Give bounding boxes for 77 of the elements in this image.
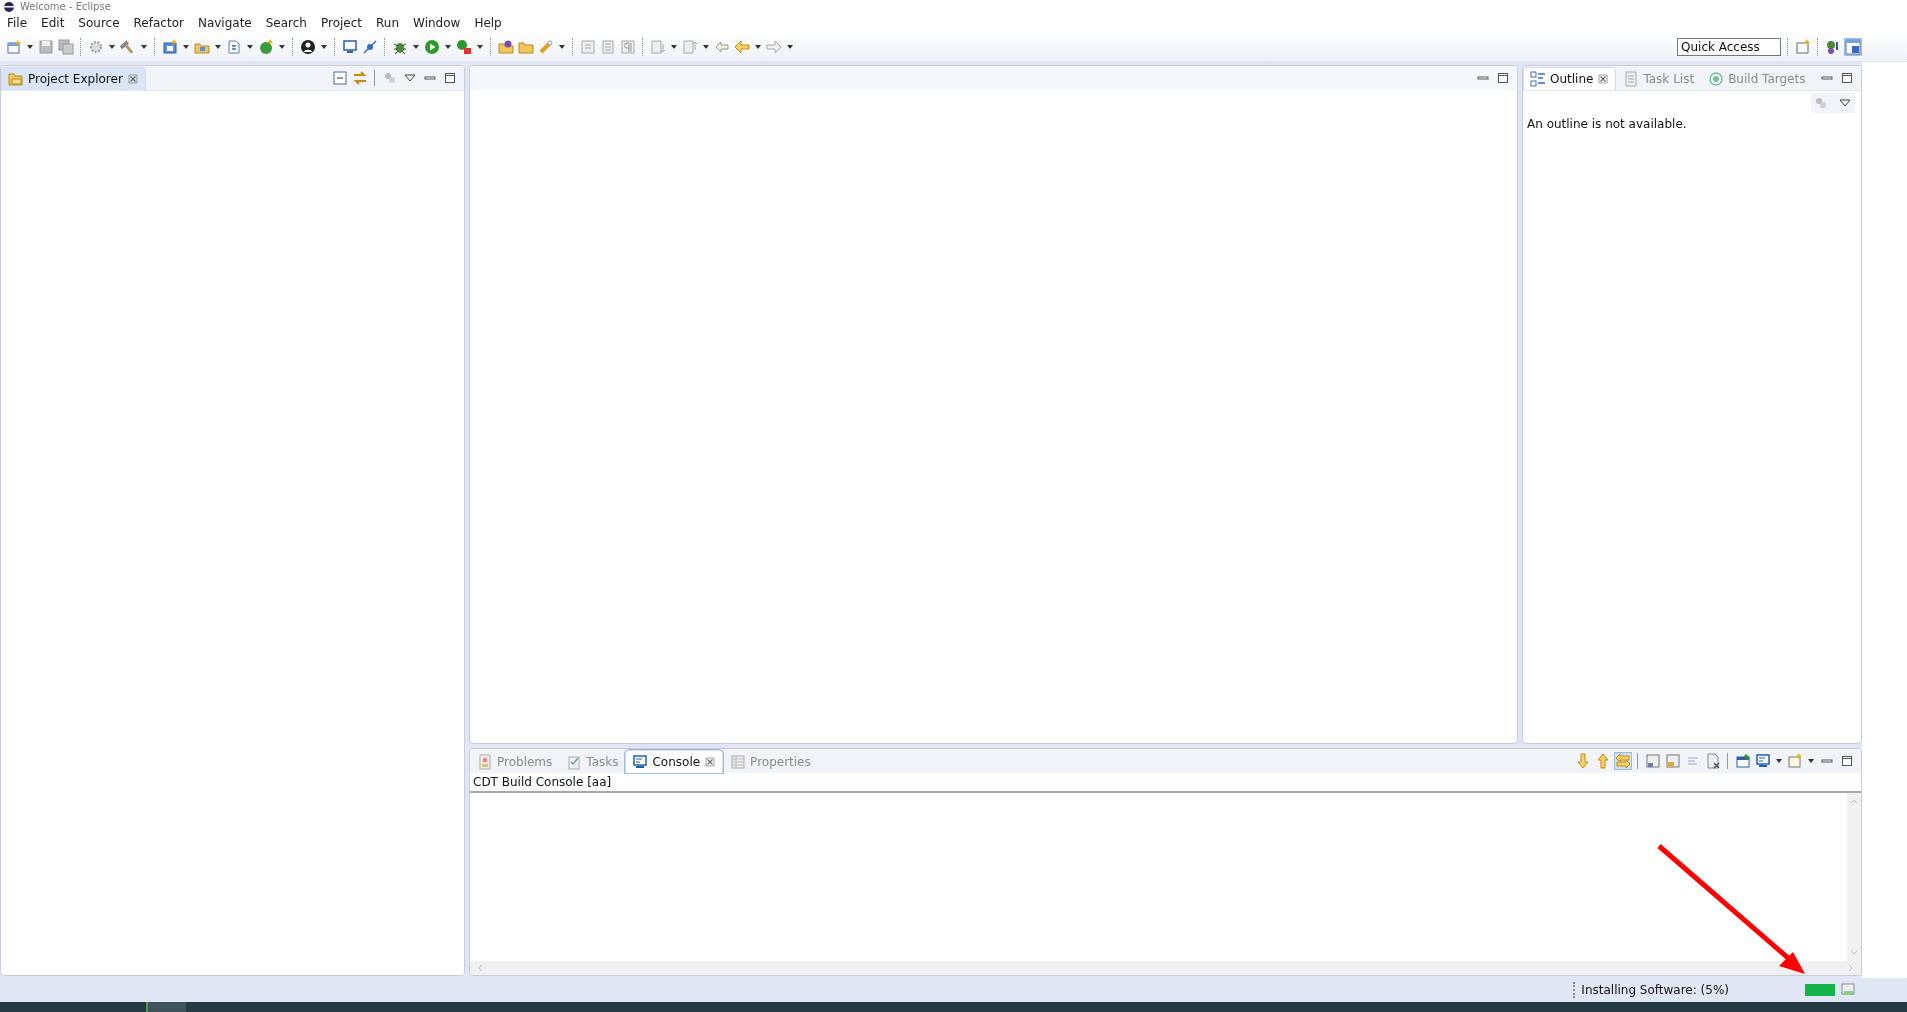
close-icon[interactable] [704, 756, 717, 768]
menu-item[interactable]: Help [467, 16, 509, 30]
menu-item[interactable]: Refactor [126, 16, 191, 30]
view-tab[interactable]: Console [625, 750, 724, 773]
skip-breakpoints-icon[interactable] [362, 38, 378, 55]
collapse-all-icon[interactable] [332, 70, 348, 86]
close-icon[interactable] [126, 73, 139, 85]
problems-icon [477, 754, 493, 770]
filter-icon[interactable] [1813, 95, 1829, 111]
maximize-icon[interactable] [1495, 70, 1511, 86]
display-console-icon[interactable] [1755, 753, 1771, 769]
dropdown-caret-icon[interactable] [444, 42, 452, 51]
scroll-lock-icon[interactable] [1615, 753, 1631, 769]
toggle-annotation-icon[interactable] [580, 38, 596, 55]
link-editor-icon[interactable] [352, 70, 368, 86]
monitor-icon[interactable] [342, 38, 358, 55]
progress-view-icon[interactable] [1841, 982, 1857, 998]
maximize-icon[interactable] [442, 70, 458, 86]
new-project-icon[interactable] [162, 38, 178, 55]
target-icon [1708, 71, 1725, 87]
window-title: Welcome - Eclipse [20, 1, 111, 13]
dropdown-caret-icon[interactable] [1807, 757, 1815, 765]
menu-item[interactable]: Search [258, 16, 314, 30]
maximize-icon[interactable] [1839, 753, 1855, 769]
menu-item[interactable]: Edit [34, 16, 72, 30]
outline-icon [1530, 71, 1546, 87]
person-icon[interactable] [300, 38, 316, 55]
quick-access-field[interactable]: Quick Access [1677, 37, 1781, 56]
menu-item[interactable]: Run [369, 16, 407, 30]
task-list-icon [1623, 71, 1640, 87]
dropdown-caret-icon[interactable] [670, 42, 678, 51]
open-perspective-icon[interactable] [1795, 38, 1811, 55]
pin-console-icon[interactable] [1735, 753, 1751, 769]
progress-indicator-icon[interactable] [1805, 982, 1835, 998]
debug-perspective-icon[interactable] [1825, 38, 1841, 55]
dropdown-caret-icon[interactable] [1775, 757, 1783, 765]
menu-item[interactable]: Source [71, 16, 127, 30]
dropdown-caret-icon[interactable] [754, 42, 762, 51]
taskbar-button[interactable] [146, 1002, 186, 1012]
save-console-icon[interactable] [1645, 753, 1661, 769]
c-perspective-icon[interactable] [1845, 38, 1861, 55]
dropdown-caret-icon[interactable] [558, 42, 566, 51]
view-tab[interactable]: Project Explorer [1, 67, 146, 90]
properties-icon [730, 754, 747, 770]
clear-console-icon[interactable] [1705, 753, 1721, 769]
save-all-icon[interactable] [58, 38, 74, 55]
dropdown-caret-icon[interactable] [140, 42, 148, 51]
dropdown-caret-icon[interactable] [702, 42, 710, 51]
console-icon [632, 754, 649, 770]
dropdown-caret-icon[interactable] [412, 42, 420, 51]
console-title: CDT Build Console [aa] [470, 773, 1861, 793]
close-icon[interactable] [1597, 73, 1610, 85]
scroll-down-arrow-icon[interactable] [1575, 753, 1591, 769]
outline-message: An outline is not available. [1527, 117, 1688, 131]
menu-item[interactable]: Project [313, 16, 370, 30]
external-tools-icon[interactable] [456, 38, 472, 55]
dropdown-caret-icon[interactable] [182, 42, 190, 51]
tasks-icon [566, 754, 583, 770]
dropdown-caret-icon[interactable] [786, 42, 794, 51]
lock-console-icon[interactable] [1665, 753, 1681, 769]
dropdown-caret-icon[interactable] [320, 42, 328, 51]
dropdown-caret-icon[interactable] [246, 42, 254, 51]
dropdown-caret-icon[interactable] [476, 42, 484, 51]
status-message: Installing Software: (5%) [1581, 983, 1729, 997]
menu-item[interactable]: Window [406, 16, 468, 30]
folder-tree-icon [8, 71, 24, 87]
open-type-icon[interactable] [498, 38, 514, 55]
maximize-icon[interactable] [1839, 70, 1855, 86]
dropdown-caret-icon[interactable] [214, 42, 222, 51]
scroll-up-arrow-icon[interactable] [1595, 753, 1611, 769]
view-tab[interactable]: Outline [1523, 67, 1617, 90]
dropdown-caret-icon[interactable] [108, 42, 116, 51]
dropdown-caret-icon[interactable] [26, 42, 34, 51]
run-icon[interactable] [424, 38, 440, 55]
dropdown-caret-icon[interactable] [278, 42, 286, 51]
menu-item[interactable]: File [0, 16, 35, 30]
menu-item[interactable]: Navigate [190, 16, 259, 30]
